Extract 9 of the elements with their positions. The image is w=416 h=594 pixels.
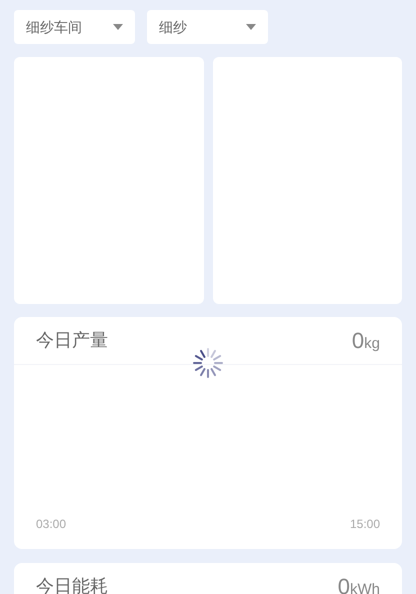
dropdown[interactable]: 细纱 [147,10,268,44]
stat-value: 0kg [352,327,380,355]
caret-icon [113,24,123,30]
dropdown[interactable]: 细纱车间 [14,10,135,44]
stat-value: 0kWh [338,573,380,594]
axis-label: 03:00 [36,516,66,533]
axis-label: 15:00 [350,516,380,533]
caret-icon [246,24,256,30]
card-title: 今日产量 [36,329,108,352]
